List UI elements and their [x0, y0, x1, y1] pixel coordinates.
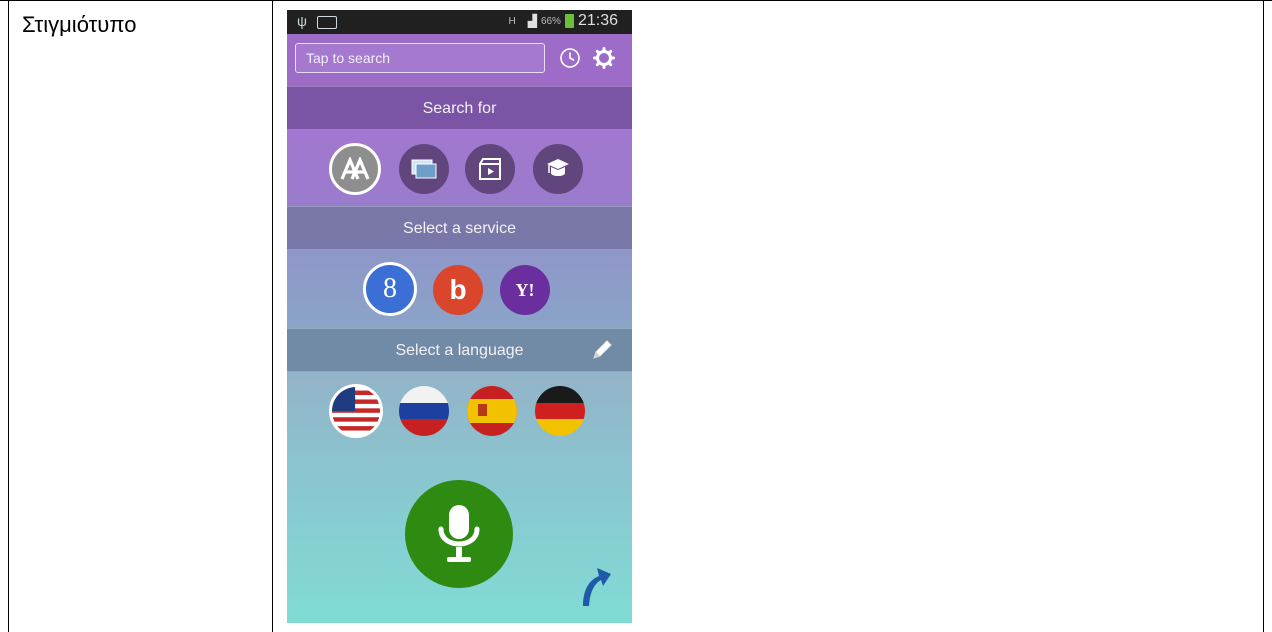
phone-screenshot: ψ H ▟ 66% 21:36 Tap to search Search for… [287, 10, 632, 623]
spain-flag-icon[interactable] [467, 386, 517, 436]
app-toolbar: Tap to search [287, 34, 632, 86]
document-table: Στιγμιότυπο [0, 0, 1272, 632]
table-column-divider [272, 0, 273, 632]
russia-flag-icon[interactable] [399, 386, 449, 436]
edit-pencil-icon[interactable] [590, 338, 614, 362]
microphone-icon [438, 505, 480, 562]
history-icon[interactable] [559, 47, 581, 69]
status-left-icons: ψ [297, 13, 337, 29]
yahoo-glyph: Y! [515, 279, 535, 300]
bing-icon[interactable]: b [433, 265, 483, 315]
search-input[interactable]: Tap to search [295, 43, 545, 73]
image-search-icon[interactable] [399, 144, 449, 194]
yahoo-icon[interactable]: Y! [500, 265, 550, 315]
battery-icon [564, 14, 574, 28]
table-border-left [8, 0, 9, 632]
clock: 21:36 [577, 12, 618, 29]
voice-search-button[interactable] [405, 480, 513, 588]
scholar-search-icon[interactable] [533, 144, 583, 194]
google-glyph: 8 [383, 273, 397, 304]
us-flag-icon[interactable] [329, 384, 383, 438]
screenshot-label: Στιγμιότυπο [22, 12, 137, 37]
gear-icon[interactable] [593, 47, 615, 69]
search-for-header: Search for [287, 86, 632, 130]
voicemail-icon [316, 15, 337, 29]
google-icon[interactable]: 8 [363, 262, 417, 316]
status-bar: ψ H ▟ 66% 21:36 [287, 10, 632, 34]
select-language-label: Select a language [395, 342, 524, 359]
table-border-top [0, 0, 1272, 1]
search-placeholder: Tap to search [306, 50, 391, 66]
search-type-row [287, 130, 632, 206]
text-search-icon[interactable] [329, 143, 381, 195]
battery-percent: 66% [540, 15, 561, 27]
network-type: H [508, 15, 516, 27]
bing-glyph: b [449, 274, 467, 305]
table-border-right [1263, 0, 1264, 632]
service-row: 8 b Y! [287, 250, 632, 328]
signal-icon: ▟ [527, 14, 537, 28]
select-language-header: Select a language [287, 328, 632, 372]
select-service-header: Select a service [287, 206, 632, 250]
video-search-icon[interactable] [465, 144, 515, 194]
germany-flag-icon[interactable] [535, 386, 585, 436]
status-right: H ▟ 66% 21:36 [508, 12, 618, 30]
share-arrow-icon[interactable] [577, 562, 613, 610]
usb-icon: ψ [297, 13, 307, 29]
